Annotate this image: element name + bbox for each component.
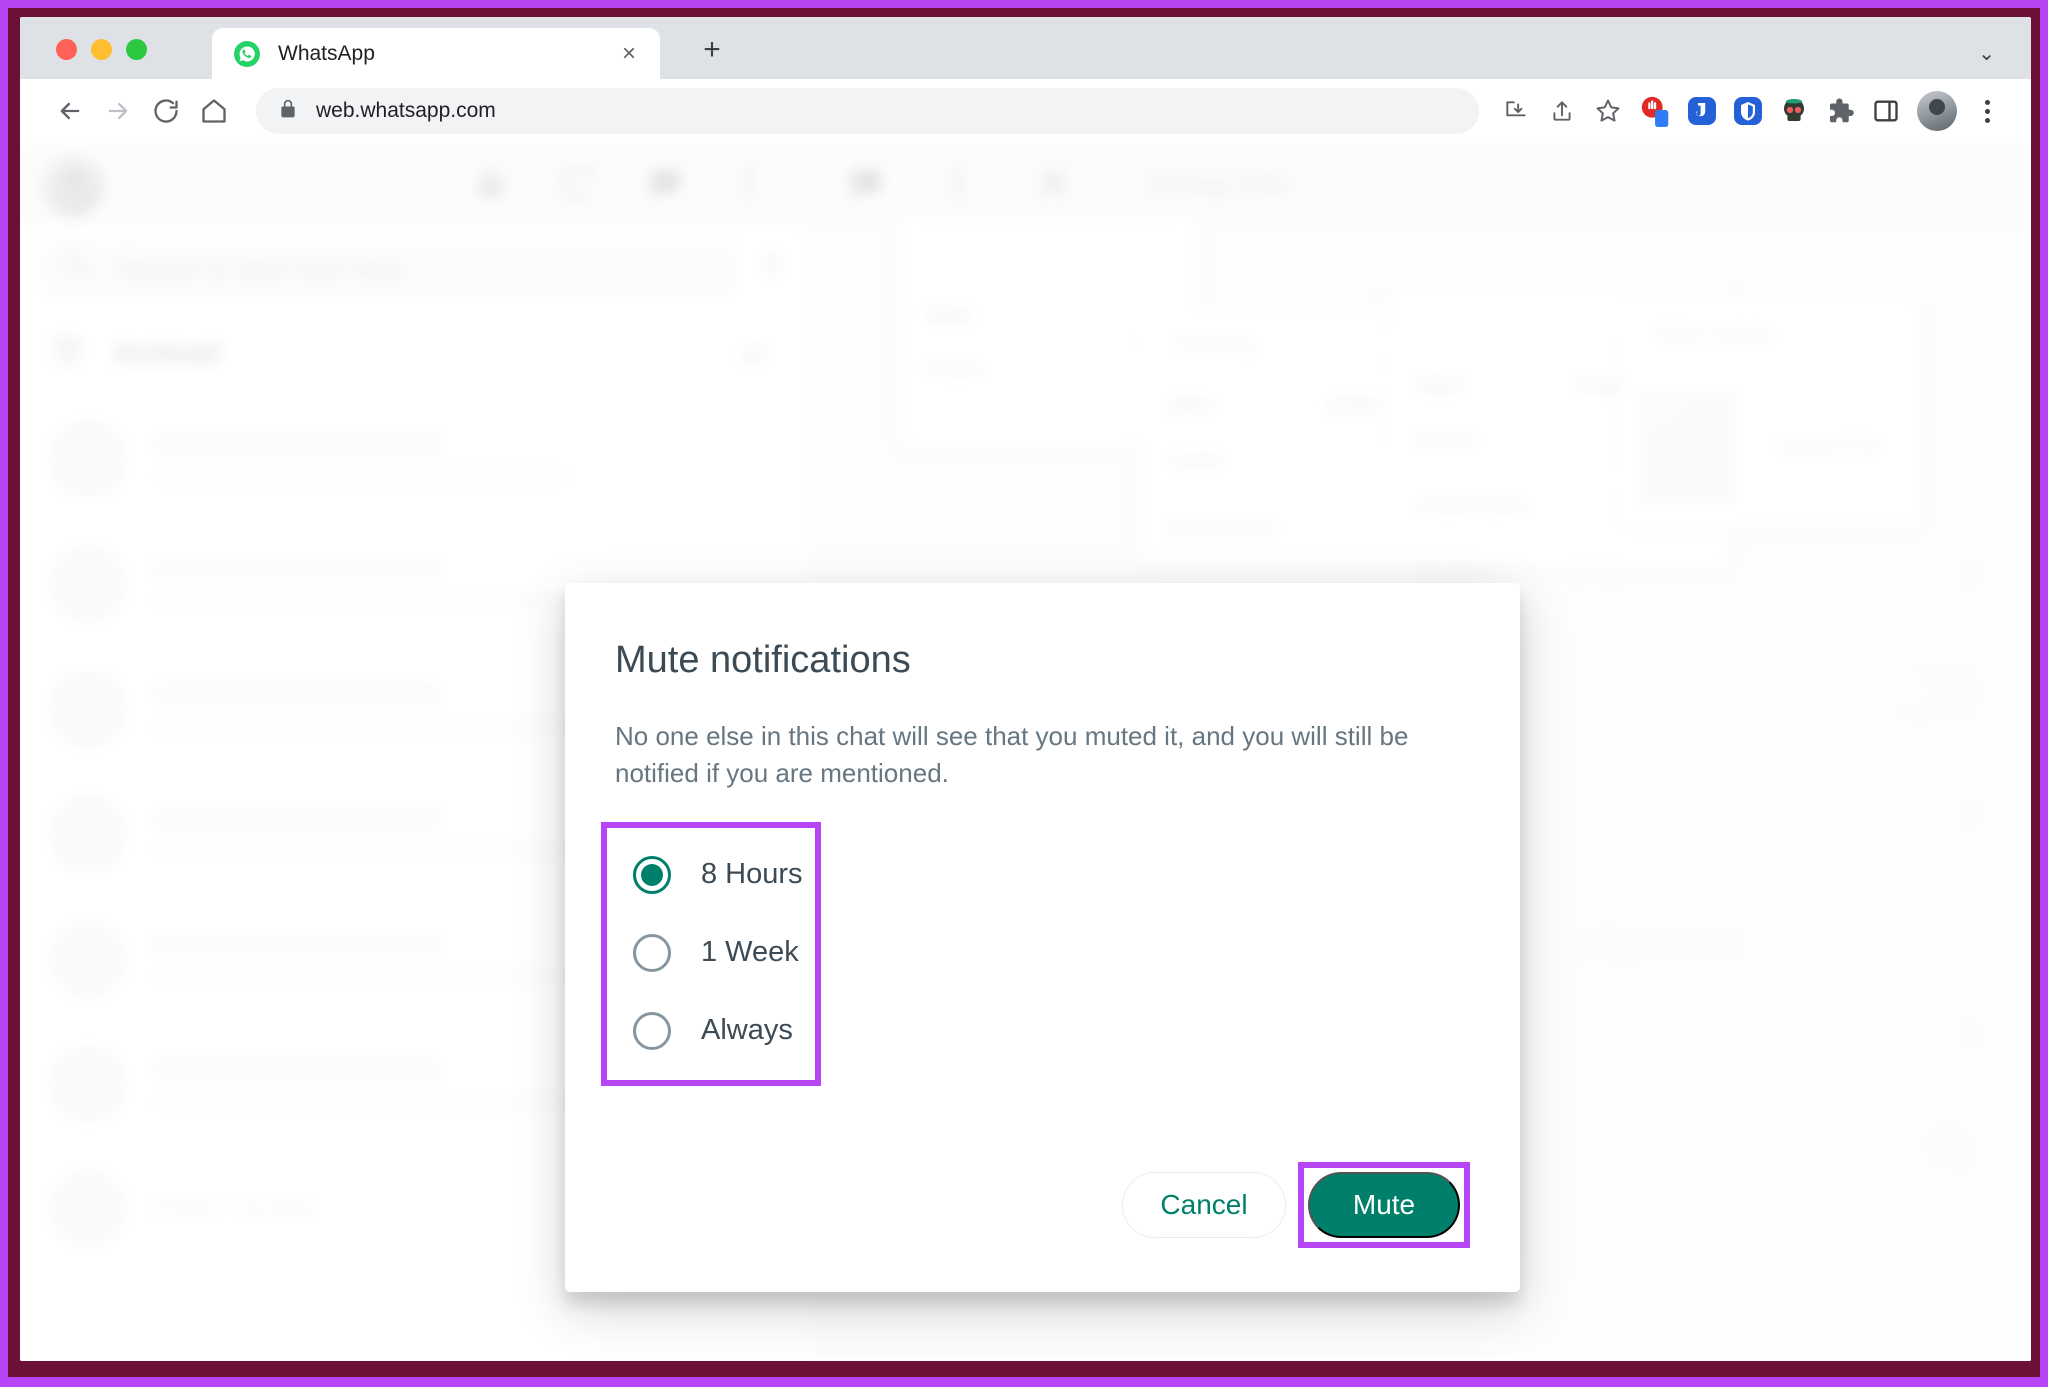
page-frame: WhatsApp × + ⌄ web.whatsapp.com Mute not… bbox=[0, 0, 2048, 1387]
browser-tabstrip: WhatsApp × + ⌄ bbox=[20, 17, 2031, 79]
dialog-title: Mute notifications bbox=[615, 639, 911, 681]
chrome-menu-icon[interactable] bbox=[1967, 88, 2007, 134]
side-panel-icon[interactable] bbox=[1865, 90, 1907, 132]
new-tab-button[interactable]: + bbox=[692, 30, 732, 70]
radio-option-8-hours[interactable]: 8 Hours bbox=[619, 836, 803, 914]
maximize-window-button[interactable] bbox=[126, 39, 147, 60]
mute-duration-highlight: 8 Hours 1 Week Always bbox=[601, 821, 821, 1086]
browser-toolbar: web.whatsapp.com bbox=[20, 79, 2031, 143]
share-icon[interactable] bbox=[1539, 88, 1585, 134]
reload-icon[interactable] bbox=[142, 87, 190, 135]
minimize-window-button[interactable] bbox=[91, 39, 112, 60]
mute-notifications-dialog: Mute notifications No one else in this c… bbox=[565, 583, 1520, 1292]
radio-option-always[interactable]: Always bbox=[619, 992, 803, 1070]
address-bar[interactable]: web.whatsapp.com bbox=[256, 88, 1479, 134]
whatsapp-icon bbox=[234, 40, 260, 67]
radio-option-1-week[interactable]: 1 Week bbox=[619, 914, 803, 992]
tab-title: WhatsApp bbox=[278, 41, 375, 65]
radio-indicator[interactable] bbox=[633, 855, 671, 894]
cancel-button[interactable]: Cancel bbox=[1122, 1171, 1286, 1238]
adblock-extension-icon[interactable] bbox=[1635, 90, 1677, 132]
mute-button[interactable]: Mute bbox=[1308, 1171, 1460, 1238]
browser-window: WhatsApp × + ⌄ web.whatsapp.com Mute not… bbox=[20, 17, 2031, 1361]
bookmark-star-icon[interactable] bbox=[1585, 88, 1631, 134]
dialog-description: No one else in this chat will see that y… bbox=[615, 721, 1409, 788]
mute-duration-options: 8 Hours 1 Week Always bbox=[619, 836, 803, 1070]
browser-tab-whatsapp[interactable]: WhatsApp × bbox=[212, 28, 660, 79]
profile-avatar[interactable] bbox=[1917, 91, 1957, 131]
forward-icon[interactable] bbox=[94, 87, 142, 135]
close-window-button[interactable] bbox=[56, 39, 77, 60]
skull-extension-icon[interactable] bbox=[1773, 90, 1815, 132]
install-icon[interactable] bbox=[1493, 88, 1539, 134]
close-icon[interactable]: × bbox=[612, 37, 646, 71]
radio-indicator[interactable] bbox=[633, 1011, 671, 1050]
radio-label: 8 Hours bbox=[701, 858, 803, 891]
shield-extension-icon[interactable] bbox=[1727, 90, 1769, 132]
radio-label: 1 Week bbox=[701, 936, 799, 969]
window-traffic-lights[interactable] bbox=[56, 39, 147, 60]
app-viewport: Search or start new chat Archived 10 bbox=[20, 143, 2031, 1361]
home-icon[interactable] bbox=[190, 87, 238, 135]
chevron-down-icon[interactable]: ⌄ bbox=[1978, 41, 1995, 66]
mute-button-highlight: Mute bbox=[1298, 1161, 1470, 1248]
lock-icon bbox=[278, 98, 298, 125]
radio-indicator[interactable] bbox=[633, 933, 671, 972]
puzzle-extensions-icon[interactable] bbox=[1819, 90, 1861, 132]
url-text: web.whatsapp.com bbox=[316, 99, 496, 122]
dialog-actions: Cancel Mute bbox=[615, 1161, 1470, 1248]
inner-frame: WhatsApp × + ⌄ web.whatsapp.com Mute not… bbox=[8, 8, 2040, 1377]
back-icon[interactable] bbox=[46, 87, 94, 135]
radio-label: Always bbox=[701, 1014, 793, 1047]
joplin-extension-icon[interactable] bbox=[1681, 90, 1723, 132]
